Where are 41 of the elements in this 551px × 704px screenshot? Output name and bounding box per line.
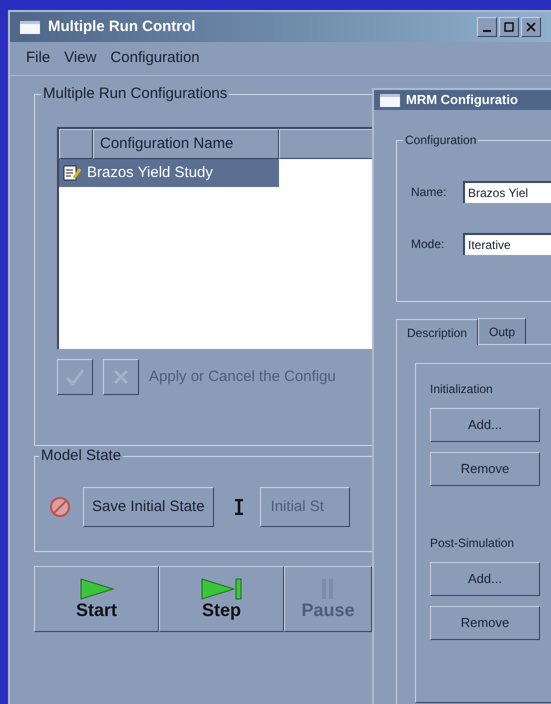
- text-cursor-icon: [234, 499, 244, 515]
- save-initial-state-button[interactable]: Save Initial State: [83, 487, 214, 527]
- column-header[interactable]: Configuration Name: [93, 129, 279, 159]
- add-button[interactable]: Add...: [430, 408, 540, 442]
- maximize-button[interactable]: [499, 17, 519, 37]
- window-title: Multiple Run Control: [48, 16, 196, 37]
- window-icon: [380, 94, 400, 106]
- play-icon: [78, 578, 114, 600]
- minimize-button[interactable]: [477, 17, 497, 37]
- remove-button[interactable]: Remove: [430, 606, 540, 640]
- menu-item[interactable]: View: [64, 47, 96, 70]
- section-title: Post-Simulation: [430, 535, 516, 552]
- maximize-icon: [504, 22, 514, 32]
- hint-text: Apply or Cancel the Configu: [149, 366, 336, 387]
- tab[interactable]: Outp: [478, 318, 526, 344]
- cross-icon: [112, 368, 130, 386]
- window-icon: [20, 20, 40, 34]
- menu-item[interactable]: Configuration: [110, 47, 200, 70]
- close-button[interactable]: [521, 17, 541, 37]
- document-icon: [63, 165, 81, 181]
- remove-button[interactable]: Remove: [430, 452, 540, 486]
- dialog-title: MRM Configuratio: [406, 91, 518, 110]
- menu-item[interactable]: File: [26, 47, 50, 70]
- column-header: [59, 129, 93, 159]
- name-field[interactable]: Brazos Yiel: [463, 181, 551, 203]
- field-label: Name:: [411, 184, 448, 201]
- group-title: Multiple Run Configurations: [41, 84, 230, 104]
- list-row[interactable]: Brazos Yield Study: [59, 159, 279, 187]
- add-button[interactable]: Add...: [430, 562, 540, 596]
- field-label: Mode:: [411, 236, 446, 253]
- mode-field[interactable]: Iterative: [463, 233, 551, 255]
- step-button[interactable]: Step: [159, 566, 284, 632]
- start-button[interactable]: Start: [34, 566, 159, 632]
- prohibited-icon: [49, 496, 71, 518]
- close-icon: [526, 22, 536, 32]
- step-icon: [200, 578, 244, 600]
- tab[interactable]: Description: [396, 319, 478, 345]
- minimize-icon: [483, 30, 491, 32]
- checkmark-icon: [65, 368, 85, 386]
- section-title: Initialization: [430, 381, 494, 398]
- group-title: Configuration: [403, 132, 478, 148]
